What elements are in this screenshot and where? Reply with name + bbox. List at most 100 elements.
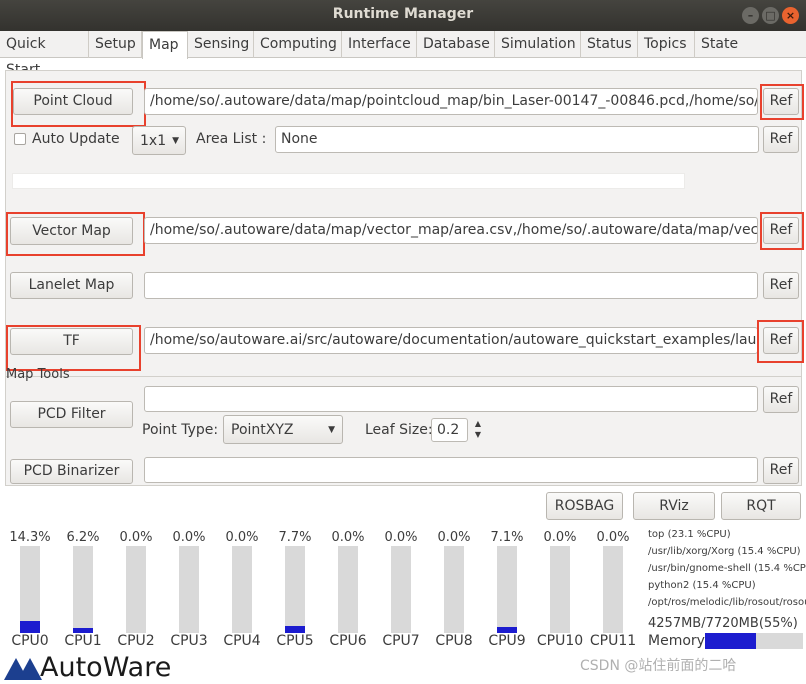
tab-database[interactable]: Database bbox=[417, 31, 495, 58]
area-list-label: Area List : bbox=[196, 131, 267, 147]
rqt-button[interactable]: RQT bbox=[721, 492, 801, 520]
chevron-down-icon: ▼ bbox=[328, 425, 335, 435]
cpu-bar-fill bbox=[20, 621, 40, 633]
close-icon[interactable]: × bbox=[782, 7, 799, 24]
process-item: /opt/ros/melodic/lib/rosout/rosout bbox=[648, 597, 806, 608]
minimize-icon[interactable]: – bbox=[742, 7, 759, 24]
cpu-bar bbox=[391, 546, 411, 633]
maximize-icon[interactable]: □ bbox=[762, 7, 779, 24]
cpu-bar bbox=[550, 546, 570, 633]
map-tools-label: Map Tools bbox=[6, 367, 70, 382]
area-list-ref-button[interactable]: Ref bbox=[763, 126, 799, 153]
tab-setup[interactable]: Setup bbox=[89, 31, 142, 58]
lanelet-map-path-field[interactable] bbox=[144, 272, 758, 299]
cpu-bar bbox=[285, 546, 305, 633]
point-type-select[interactable]: PointXYZ ▼ bbox=[223, 415, 343, 444]
leaf-size-label: Leaf Size: bbox=[365, 422, 433, 438]
autoware-logo: AutoWare bbox=[0, 652, 190, 684]
cpu-bar bbox=[444, 546, 464, 633]
rosbag-button[interactable]: ROSBAG bbox=[546, 492, 623, 520]
cpu-percent: 0.0% bbox=[596, 530, 630, 545]
tab-map[interactable]: Map bbox=[142, 31, 188, 59]
cpu-bar bbox=[338, 546, 358, 633]
cpu-percent: 7.7% bbox=[278, 530, 312, 545]
tab-status[interactable]: Status bbox=[581, 31, 638, 58]
cpu-name: CPU11 bbox=[589, 633, 637, 649]
memory-text: 4257MB/7720MB(55%) bbox=[648, 616, 798, 631]
cpu-meter: 0.0% CPU11 bbox=[588, 530, 638, 649]
process-item: top (23.1 %CPU) bbox=[648, 529, 731, 540]
tab-bar: Quick Start Setup Map Sensing Computing … bbox=[0, 31, 806, 78]
auto-update-label: Auto Update bbox=[32, 131, 120, 147]
cpu-percent: 0.0% bbox=[437, 530, 471, 545]
cpu-meter: 7.1% CPU9 bbox=[482, 530, 532, 649]
cpu-percent: 0.0% bbox=[543, 530, 577, 545]
cpu-bar bbox=[126, 546, 146, 633]
process-item: /usr/lib/xorg/Xorg (15.4 %CPU) bbox=[648, 546, 801, 557]
tab-interface[interactable]: Interface bbox=[342, 31, 417, 58]
tab-state[interactable]: State bbox=[695, 31, 745, 58]
cpu-bar bbox=[73, 546, 93, 633]
pcd-binarizer-ref-button[interactable]: Ref bbox=[763, 457, 799, 484]
cpu-percent: 6.2% bbox=[66, 530, 100, 545]
point-cloud-button[interactable]: Point Cloud bbox=[13, 88, 133, 115]
pcd-filter-path-field[interactable] bbox=[144, 386, 758, 412]
cpu-bar bbox=[497, 546, 517, 633]
cpu-percent: 7.1% bbox=[490, 530, 524, 545]
cpu-name: CPU8 bbox=[435, 633, 473, 649]
pcd-binarizer-button[interactable]: PCD Binarizer bbox=[10, 459, 133, 484]
cpu-meter: 7.7% CPU5 bbox=[270, 530, 320, 649]
cpu-meter: 0.0% CPU8 bbox=[429, 530, 479, 649]
leaf-size-input[interactable]: 0.2 bbox=[431, 418, 468, 442]
cpu-meter: 0.0% CPU6 bbox=[323, 530, 373, 649]
cpu-percent: 0.0% bbox=[384, 530, 418, 545]
grid-size-select[interactable]: 1x1 ▼ bbox=[132, 126, 186, 155]
cpu-percent: 0.0% bbox=[172, 530, 206, 545]
vector-map-button[interactable]: Vector Map bbox=[10, 217, 133, 245]
cpu-name: CPU2 bbox=[117, 633, 155, 649]
area-list-field[interactable]: None bbox=[275, 126, 759, 153]
cpu-name: CPU3 bbox=[170, 633, 208, 649]
cpu-name: CPU0 bbox=[11, 633, 49, 649]
cpu-meter: 6.2% CPU1 bbox=[58, 530, 108, 649]
cpu-name: CPU1 bbox=[64, 633, 102, 649]
tf-button[interactable]: TF bbox=[10, 328, 133, 355]
point-cloud-ref-button[interactable]: Ref bbox=[763, 88, 799, 115]
process-item: python2 (15.4 %CPU) bbox=[648, 580, 756, 591]
cpu-meter: 0.0% CPU2 bbox=[111, 530, 161, 649]
lanelet-map-button[interactable]: Lanelet Map bbox=[10, 272, 133, 299]
tab-simulation[interactable]: Simulation bbox=[495, 31, 581, 58]
chevron-down-icon: ▼ bbox=[172, 136, 179, 146]
memory-bar-fill bbox=[705, 633, 756, 649]
memory-bar bbox=[705, 633, 803, 649]
tab-quick-start[interactable]: Quick Start bbox=[0, 31, 89, 78]
pcd-filter-ref-button[interactable]: Ref bbox=[763, 386, 799, 413]
process-item: /usr/bin/gnome-shell (15.4 %CPU) bbox=[648, 563, 806, 574]
leaf-size-stepper[interactable]: ▲ ▼ bbox=[472, 418, 484, 442]
cpu-bar bbox=[232, 546, 252, 633]
cpu-bar bbox=[20, 546, 40, 633]
point-cloud-path-field[interactable]: /home/so/.autoware/data/map/pointcloud_m… bbox=[144, 88, 758, 115]
point-type-label: Point Type: bbox=[142, 422, 219, 438]
title-bar: Runtime Manager – □ × bbox=[0, 0, 806, 31]
cpu-percent: 0.0% bbox=[225, 530, 259, 545]
vector-map-ref-button[interactable]: Ref bbox=[763, 217, 799, 244]
tab-computing[interactable]: Computing bbox=[254, 31, 342, 58]
tab-topics[interactable]: Topics bbox=[638, 31, 695, 58]
cpu-percent: 0.0% bbox=[331, 530, 365, 545]
grid-size-value: 1x1 bbox=[140, 133, 167, 149]
watermark: CSDN @站住前面的二哈 bbox=[580, 658, 737, 674]
cpu-percent: 14.3% bbox=[9, 530, 51, 545]
rviz-button[interactable]: RViz bbox=[633, 492, 715, 520]
cpu-name: CPU4 bbox=[223, 633, 261, 649]
auto-update-checkbox[interactable] bbox=[14, 133, 26, 145]
lanelet-map-ref-button[interactable]: Ref bbox=[763, 272, 799, 299]
tab-sensing[interactable]: Sensing bbox=[188, 31, 254, 58]
tf-ref-button[interactable]: Ref bbox=[763, 327, 799, 354]
pcd-binarizer-path-field[interactable] bbox=[144, 457, 758, 483]
vector-map-path-field[interactable]: /home/so/.autoware/data/map/vector_map/a… bbox=[144, 217, 758, 244]
tf-path-field[interactable]: /home/so/autoware.ai/src/autoware/docume… bbox=[144, 327, 758, 354]
window-title: Runtime Manager bbox=[332, 6, 474, 22]
pcd-filter-button[interactable]: PCD Filter bbox=[10, 401, 133, 428]
progress-bar bbox=[12, 173, 685, 189]
